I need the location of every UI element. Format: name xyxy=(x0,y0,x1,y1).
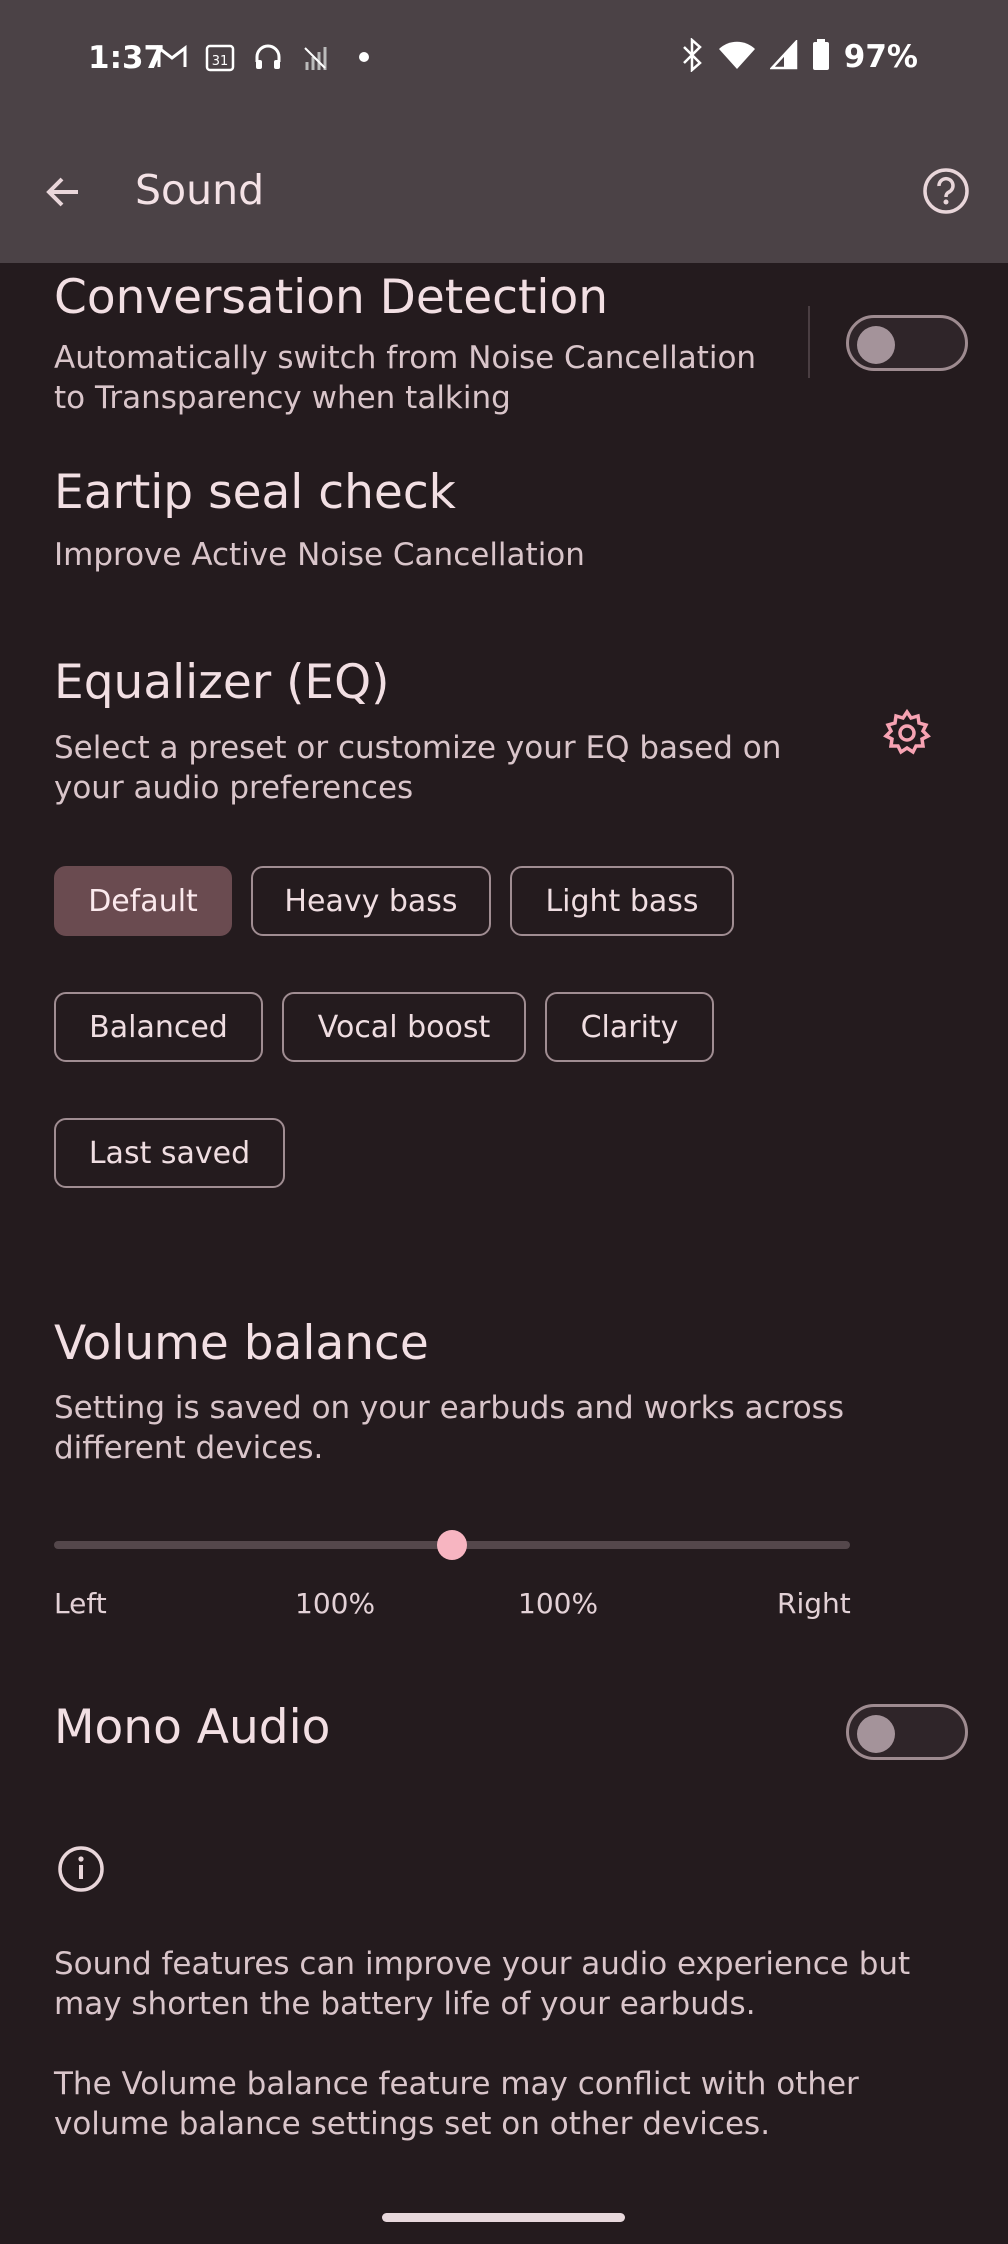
calendar-icon: 31 xyxy=(203,40,237,74)
eq-preset-default[interactable]: Default xyxy=(54,866,232,936)
conversation-detection-toggle[interactable] xyxy=(846,315,968,371)
conversation-detection-desc-line2: to Transparency when talking xyxy=(54,380,511,416)
status-icons-left: 31 xyxy=(155,40,381,74)
info-icon xyxy=(56,1844,106,1894)
mono-audio-toggle[interactable] xyxy=(846,1704,968,1760)
slider-right-value: 100% xyxy=(518,1587,599,1620)
svg-text:31: 31 xyxy=(212,54,229,69)
divider xyxy=(808,306,810,378)
slider-left-value: 100% xyxy=(295,1587,376,1620)
eq-preset-balanced[interactable]: Balanced xyxy=(54,992,263,1062)
volume-balance-desc-line1: Setting is saved on your earbuds and wor… xyxy=(54,1390,844,1426)
eq-preset-light-bass[interactable]: Light bass xyxy=(510,866,734,936)
conversation-detection-title: Conversation Detection xyxy=(54,270,608,325)
gear-icon[interactable] xyxy=(882,708,932,758)
eq-preset-vocal-boost[interactable]: Vocal boost xyxy=(282,992,526,1062)
slider-right-label: Right xyxy=(777,1587,851,1620)
app-bar: Sound xyxy=(0,120,1008,263)
dot-icon xyxy=(347,40,381,74)
wifi-icon xyxy=(718,40,756,74)
battery-percent: 97% xyxy=(843,39,918,75)
status-bar: 1:37 31 97% xyxy=(0,0,1008,120)
mono-audio-title: Mono Audio xyxy=(54,1700,331,1755)
volume-balance-desc-line2: different devices. xyxy=(54,1430,324,1466)
gmail-icon xyxy=(155,40,189,74)
equalizer-desc-line1: Select a preset or customize your EQ bas… xyxy=(54,730,782,766)
status-time: 1:37 xyxy=(88,40,166,76)
eartip-seal-title: Eartip seal check xyxy=(54,465,456,520)
eq-preset-heavy-bass[interactable]: Heavy bass xyxy=(251,866,491,936)
toggle-knob xyxy=(857,326,895,364)
headphones-icon xyxy=(251,40,285,74)
arrow-back-icon[interactable] xyxy=(38,167,88,217)
help-icon[interactable] xyxy=(920,165,972,217)
toggle-knob xyxy=(857,1715,895,1753)
eartip-seal-desc: Improve Active Noise Cancellation xyxy=(54,537,585,573)
battery-icon xyxy=(812,39,830,75)
bluetooth-icon xyxy=(680,37,704,76)
info-note2-line1: The Volume balance feature may conflict … xyxy=(54,2066,859,2102)
info-note1-line1: Sound features can improve your audio ex… xyxy=(54,1946,911,1982)
conversation-detection-desc-line1: Automatically switch from Noise Cancella… xyxy=(54,340,757,376)
page-title: Sound xyxy=(135,166,265,214)
eq-preset-clarity[interactable]: Clarity xyxy=(545,992,714,1062)
volume-balance-slider-thumb[interactable] xyxy=(437,1530,467,1560)
signal-off-icon xyxy=(299,40,333,74)
volume-balance-title: Volume balance xyxy=(54,1316,429,1371)
info-note1-line2: may shorten the battery life of your ear… xyxy=(54,1986,756,2022)
slider-left-label: Left xyxy=(54,1587,107,1620)
equalizer-title: Equalizer (EQ) xyxy=(54,655,390,710)
equalizer-desc-line2: your audio preferences xyxy=(54,770,414,806)
eq-preset-last-saved[interactable]: Last saved xyxy=(54,1118,285,1188)
gesture-nav-bar[interactable] xyxy=(382,2213,625,2222)
cell-signal-icon xyxy=(768,38,798,74)
status-icons-right: 97% xyxy=(680,37,918,76)
info-note2-line2: volume balance settings set on other dev… xyxy=(54,2106,771,2142)
